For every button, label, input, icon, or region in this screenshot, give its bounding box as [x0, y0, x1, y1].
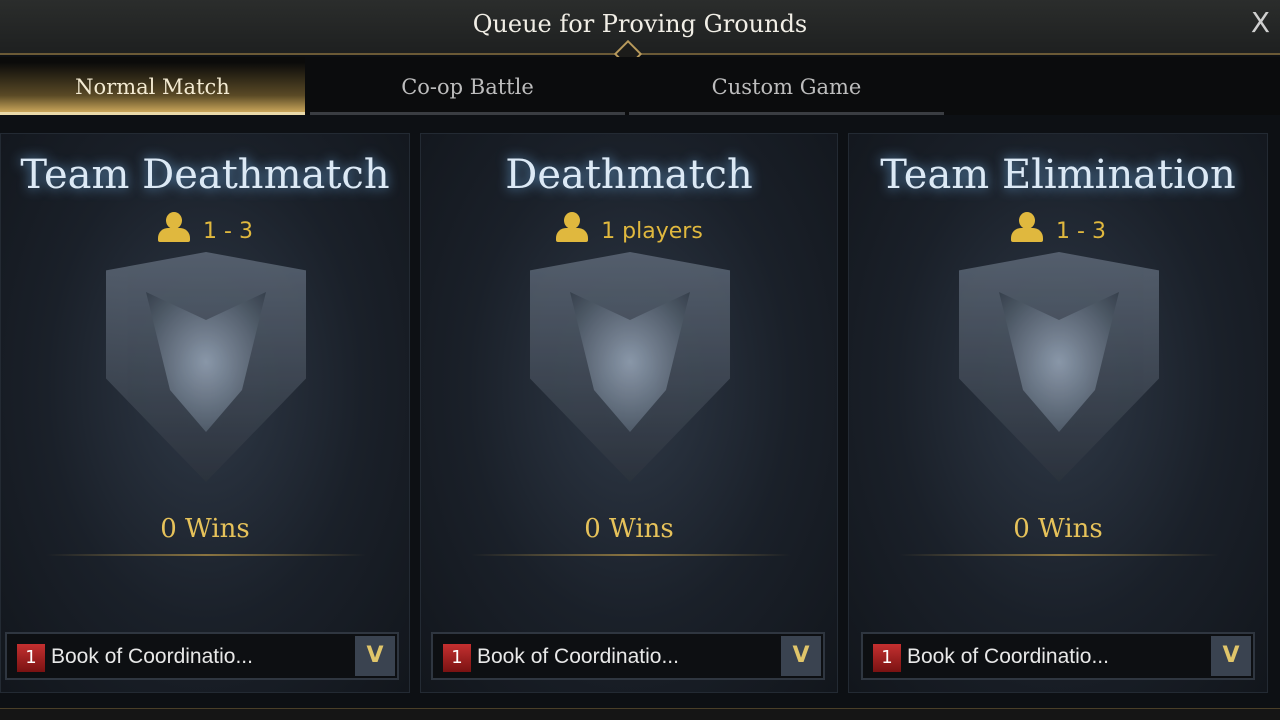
mode-crest: [106, 252, 306, 482]
person-icon: [157, 212, 191, 242]
mode-tabs: Normal Match Co-op Battle Custom Game: [0, 57, 1280, 115]
mode-card-team-elimination[interactable]: Team Elimination 1 - 3 0 Wins 1 Book of …: [848, 133, 1268, 693]
wins: 0 Wins: [584, 514, 674, 544]
tab-normal-match[interactable]: Normal Match: [0, 57, 305, 115]
item-dropdown[interactable]: 1 Book of Coordinatio... V: [861, 632, 1255, 680]
item-label: Book of Coordinatio...: [51, 645, 253, 668]
divider: [46, 554, 366, 556]
player-count-text: 1 - 3: [1056, 219, 1106, 244]
person-icon: [555, 212, 589, 242]
mode-crest: [530, 252, 730, 482]
mode-card-deathmatch[interactable]: Deathmatch 1 players 0 Wins 1 Book of Co…: [420, 133, 838, 693]
player-count: 1 - 3: [849, 212, 1267, 244]
item-count-badge: 1: [443, 644, 471, 672]
chevron-down-icon[interactable]: V: [781, 636, 821, 676]
close-icon[interactable]: X: [1251, 6, 1270, 39]
tab-custom-game[interactable]: Custom Game: [629, 57, 944, 115]
bottom-border: [0, 708, 1280, 720]
title-bar: Queue for Proving Grounds X: [0, 0, 1280, 69]
mode-title: Deathmatch: [505, 152, 753, 198]
item-dropdown[interactable]: 1 Book of Coordinatio... V: [431, 632, 825, 680]
player-count-text: 1 - 3: [203, 219, 253, 244]
item-count-badge: 1: [17, 644, 45, 672]
item-label: Book of Coordinatio...: [907, 645, 1109, 668]
window-title: Queue for Proving Grounds: [472, 10, 808, 38]
player-count: 1 - 3: [1, 212, 409, 244]
chevron-down-icon[interactable]: V: [355, 636, 395, 676]
player-count-text: 1 players: [601, 219, 703, 244]
item-dropdown[interactable]: 1 Book of Coordinatio... V: [5, 632, 399, 680]
person-icon: [1010, 212, 1044, 242]
chevron-down-icon[interactable]: V: [1211, 636, 1251, 676]
item-label: Book of Coordinatio...: [477, 645, 679, 668]
mode-title: Team Elimination: [880, 152, 1236, 198]
mode-crest: [959, 252, 1159, 482]
player-count: 1 players: [421, 212, 837, 244]
mode-card-team-deathmatch[interactable]: Team Deathmatch 1 - 3 0 Wins 1 Book of C…: [0, 133, 410, 693]
divider: [471, 554, 791, 556]
wins: 0 Wins: [160, 514, 250, 544]
divider: [899, 554, 1219, 556]
wins: 0 Wins: [1013, 514, 1103, 544]
tab-co-op-battle[interactable]: Co-op Battle: [310, 57, 625, 115]
mode-title: Team Deathmatch: [20, 152, 390, 198]
item-count-badge: 1: [873, 644, 901, 672]
